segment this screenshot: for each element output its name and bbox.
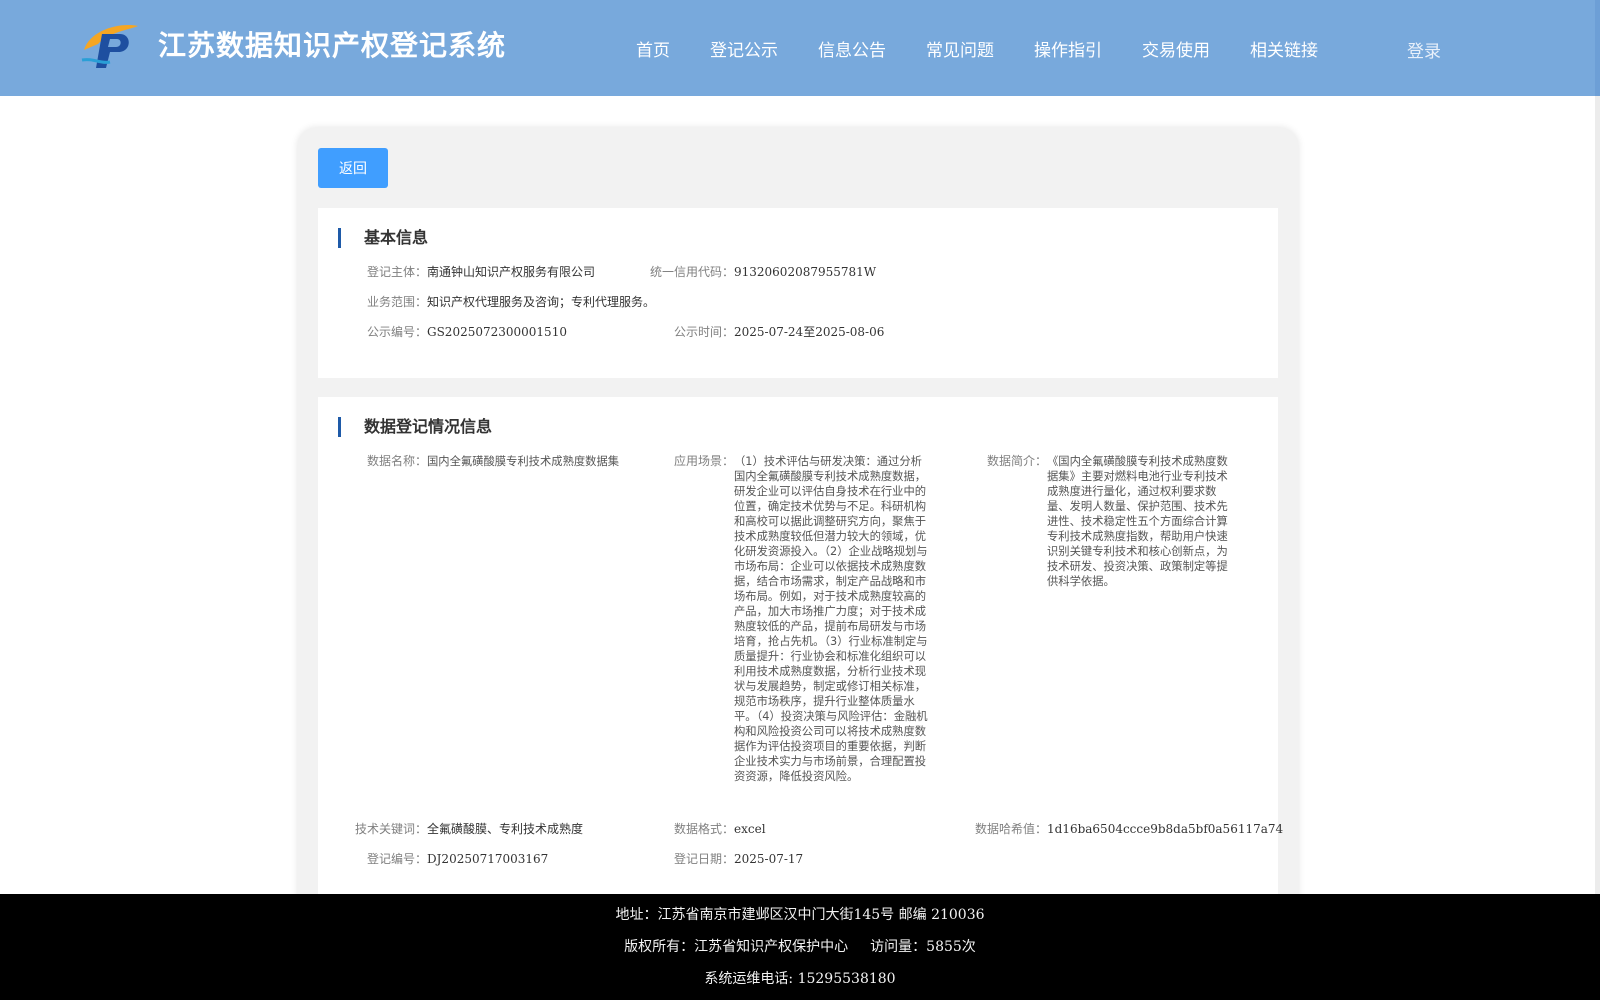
nav-registration-notice[interactable]: 登记公示 bbox=[710, 36, 778, 61]
keywords-label: 技术关键词： bbox=[354, 822, 427, 836]
data-name-label: 数据名称： bbox=[366, 454, 427, 468]
top-header: 江苏数据知识产权登记系统 首页 登记公示 信息公告 常见问题 操作指引 交易使用… bbox=[0, 0, 1595, 96]
nav-trade-usage[interactable]: 交易使用 bbox=[1142, 36, 1210, 61]
detail-card: 返回 基本信息 登记主体： 南通钟山知识产权服务有限公司 统一信用代码： 913… bbox=[298, 128, 1298, 928]
notice-no-label: 公示编号： bbox=[366, 325, 427, 339]
credit-code-value: 91320602087955781W bbox=[734, 265, 877, 279]
credit-code-label: 统一信用代码： bbox=[649, 265, 734, 279]
nav-info-announcement[interactable]: 信息公告 bbox=[818, 36, 886, 61]
footer-copyright-line: 版权所有：江苏省知识产权保护中心 访问量：5855次 bbox=[0, 936, 1600, 956]
login-link[interactable]: 登录 bbox=[1407, 37, 1441, 62]
site-title: 江苏数据知识产权登记系统 bbox=[158, 29, 507, 62]
registration-info-title: 数据登记情况信息 bbox=[338, 417, 492, 437]
reg-no-value: DJ20250717003167 bbox=[427, 852, 549, 866]
footer-visits: 访问量：5855次 bbox=[870, 939, 976, 955]
nav-operation-guide[interactable]: 操作指引 bbox=[1034, 36, 1102, 61]
logo-icon bbox=[81, 25, 138, 68]
notice-time-label: 公示时间： bbox=[673, 325, 734, 339]
nav-home[interactable]: 首页 bbox=[636, 36, 670, 61]
format-value: excel bbox=[734, 822, 766, 836]
scope-label: 业务范围： bbox=[366, 295, 427, 309]
entity-label: 登记主体： bbox=[366, 265, 427, 279]
vertical-scrollbar[interactable] bbox=[1595, 0, 1600, 1000]
nav-faq[interactable]: 常见问题 bbox=[926, 36, 994, 61]
footer-phone: 系统运维电话: 15295538180 bbox=[704, 971, 896, 987]
scope-value: 知识产权代理服务及咨询；专利代理服务。 bbox=[427, 295, 656, 309]
footer-address: 地址：江苏省南京市建邺区汉中门大街145号 邮编 210036 bbox=[615, 907, 985, 923]
back-button[interactable]: 返回 bbox=[318, 148, 388, 188]
reg-date-value: 2025-07-17 bbox=[734, 852, 804, 866]
page-footer: 地址：江苏省南京市建邺区汉中门大街145号 邮编 210036 版权所有：江苏省… bbox=[0, 894, 1600, 1000]
footer-copyright: 版权所有：江苏省知识产权保护中心 bbox=[624, 939, 849, 955]
scrollbar-thumb[interactable] bbox=[1595, 0, 1600, 96]
keywords-value: 全氟磺酸膜、专利技术成熟度 bbox=[427, 822, 584, 836]
format-label: 数据格式： bbox=[673, 822, 734, 836]
basic-info-panel: 基本信息 登记主体： 南通钟山知识产权服务有限公司 统一信用代码： 913206… bbox=[318, 208, 1278, 378]
entity-value: 南通钟山知识产权服务有限公司 bbox=[427, 265, 596, 279]
registration-info-panel: 数据登记情况信息 数据名称： 国内全氟磺酸膜专利技术成熟度数据集 应用场景： （… bbox=[318, 397, 1283, 928]
summary-value: 《国内全氟磺酸膜专利技术成熟度数据集》主要对燃料电池行业专利技术成熟度进行量化，… bbox=[1047, 455, 1228, 588]
summary-label: 数据简介： bbox=[986, 454, 1047, 468]
data-name-value: 国内全氟磺酸膜专利技术成熟度数据集 bbox=[427, 455, 620, 468]
reg-no-label: 登记编号： bbox=[366, 852, 427, 866]
hash-label: 数据哈希值： bbox=[974, 822, 1047, 836]
reg-date-label: 登记日期： bbox=[673, 852, 734, 866]
nav-related-links[interactable]: 相关链接 bbox=[1250, 36, 1318, 61]
notice-no-value: GS2025072300001510 bbox=[427, 325, 567, 339]
scenario-label: 应用场景： bbox=[673, 454, 734, 468]
notice-time-value: 2025-07-24至2025-08-06 bbox=[734, 325, 885, 339]
scenario-value: （1）技术评估与研发决策：通过分析国内全氟磺酸膜专利技术成熟度数据，研发企业可以… bbox=[734, 455, 928, 783]
basic-info-title: 基本信息 bbox=[338, 228, 428, 248]
hash-value: 1d16ba6504ccce9b8da5bf0a56117a74 bbox=[1047, 822, 1284, 836]
